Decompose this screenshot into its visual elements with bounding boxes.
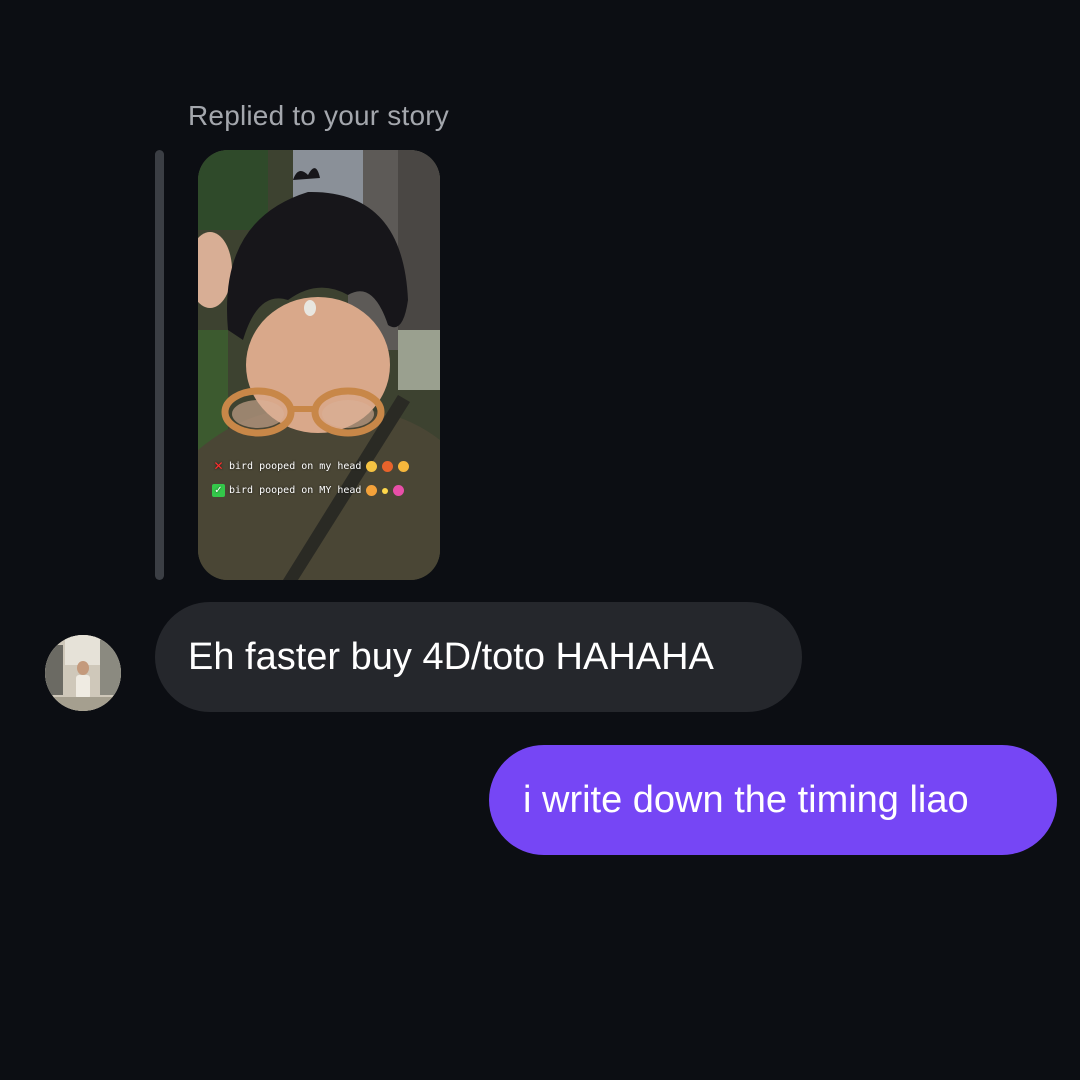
story-preview[interactable]: ✕ bird pooped on my head ✓ bird pooped o… [198,150,440,580]
story-text-wrong: bird pooped on my head [229,461,362,472]
gift-heart-icon [393,485,405,496]
star-eyes-emoji-icon [366,485,378,496]
story-text-line-2: ✓ bird pooped on MY head [212,484,405,497]
chat-screen: Replied to your story ✕ bird pooped on m… [0,0,1080,1080]
sparkle-icon [382,487,389,494]
outgoing-message-text: i write down the timing liao [523,778,969,821]
cross-mark-icon: ✕ [213,459,224,473]
story-text-right: bird pooped on MY head [229,485,362,496]
story-text-line-1: ✕ bird pooped on my head [212,459,410,473]
story-reply-caption: Replied to your story [188,100,449,131]
angry-emoji-icon [382,461,394,472]
sender-avatar[interactable] [45,635,121,711]
outgoing-message[interactable]: i write down the timing liao [489,745,1057,855]
laughing-emoji-icon [366,461,378,472]
avatar-photo [45,635,121,711]
smiling-emoji-icon [398,461,410,472]
check-mark-icon: ✓ [212,484,225,497]
incoming-message-text: Eh faster buy 4D/toto HAHAHA [188,635,714,678]
reply-quote-bar [155,150,164,580]
story-photo [198,150,440,580]
incoming-message[interactable]: Eh faster buy 4D/toto HAHAHA [155,602,802,712]
